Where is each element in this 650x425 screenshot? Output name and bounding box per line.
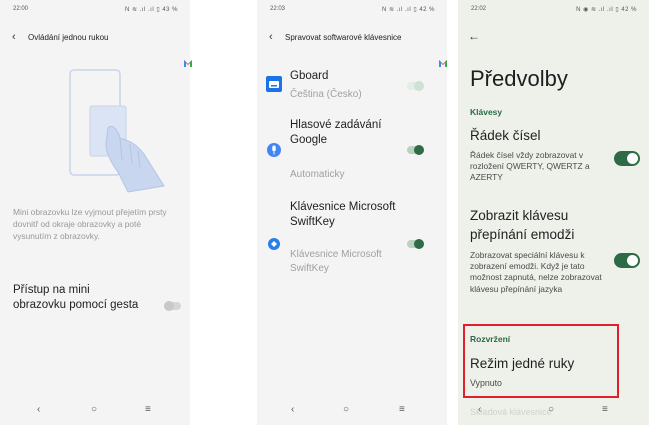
nav-recents-icon[interactable]: ≡: [602, 405, 608, 415]
keyboard-subtitle: Klávesnice Microsoft SwiftKey: [290, 249, 382, 274]
pref-subtitle: Řádek čísel vždy zobrazovat v rozložení …: [470, 150, 590, 183]
back-arrow-icon[interactable]: ‹: [269, 31, 273, 43]
page-title: Spravovat softwarové klávesnice: [285, 33, 402, 42]
nav-back-icon[interactable]: ‹: [37, 405, 40, 415]
status-time: 22:03: [270, 6, 286, 12]
section-header-keys: Klávesy: [470, 107, 503, 117]
nav-back-icon[interactable]: ‹: [291, 405, 294, 415]
back-arrow-icon[interactable]: ←: [468, 29, 480, 43]
google-voice-icon: [267, 143, 281, 157]
app-bar: ‹ Spravovat softwarové klávesnice: [257, 28, 447, 48]
gboard-toggle[interactable]: [407, 81, 424, 91]
navigation-bar: ‹ ○ ≡: [0, 405, 190, 417]
gesture-access-label: Přístup na mini obrazovku pomocí gesta: [13, 284, 139, 311]
page-title: Předvolby: [470, 66, 568, 91]
swiftkey-icon: [268, 238, 280, 250]
pref-title: Zobrazit klávesu přepínání emodži: [470, 208, 575, 242]
emoji-key-toggle[interactable]: [614, 253, 640, 268]
status-bar: 22:02 N ◉ ≋ .ıl .ıl ▯ 42 %: [458, 4, 649, 16]
google-voice-toggle[interactable]: [407, 145, 424, 155]
status-icons: N ◉ ≋ .ıl .ıl ▯ 42 %: [576, 7, 637, 13]
floating-app-icon[interactable]: [183, 58, 197, 72]
one-handed-mode-screen: 22:00 N ≋ .ıl .ıl ▯ 43 % ‹ Ovládání jedn…: [0, 0, 190, 425]
status-icons: N ≋ .ıl .ıl ▯ 43 %: [124, 7, 178, 13]
gesture-access-toggle[interactable]: [164, 301, 181, 311]
navigation-bar: ‹ ○ ≡: [458, 405, 649, 417]
manage-keyboards-screen: 22:03 N ≋ .ıl .ıl ▯ 42 % ‹ Spravovat sof…: [257, 0, 447, 425]
nav-home-icon[interactable]: ○: [548, 405, 554, 415]
swiftkey-toggle[interactable]: [407, 239, 424, 249]
status-bar: 22:03 N ≋ .ıl .ıl ▯ 42 %: [257, 4, 447, 16]
status-bar: 22:00 N ≋ .ıl .ıl ▯ 43 %: [0, 4, 190, 16]
status-icons: N ≋ .ıl .ıl ▯ 42 %: [381, 7, 435, 13]
keyboard-name: Klávesnice Microsoft SwiftKey: [290, 201, 396, 228]
hand-gesture-illustration: [69, 69, 165, 193]
gesture-description: Mini obrazovku lze vyjmout přejetím prst…: [13, 207, 167, 241]
keyboard-subtitle: Automaticky: [290, 169, 345, 180]
status-time: 22:02: [471, 6, 487, 12]
keyboard-subtitle: Čeština (Česko): [290, 89, 362, 100]
back-arrow-icon[interactable]: ‹: [12, 31, 16, 43]
nav-home-icon[interactable]: ○: [91, 405, 97, 415]
status-time: 22:00: [13, 6, 29, 12]
navigation-bar: ‹ ○ ≡: [257, 405, 447, 417]
app-bar: ‹ Ovládání jednou rukou: [0, 28, 190, 48]
pref-subtitle: Zobrazovat speciální klávesu k zobrazení…: [470, 250, 602, 294]
keyboard-name: Hlasové zadávání Google: [290, 119, 382, 146]
keyboard-name: Gboard: [290, 70, 329, 82]
annotation-highlight-box: [463, 324, 619, 398]
floating-app-icon[interactable]: [438, 58, 452, 72]
nav-recents-icon[interactable]: ≡: [399, 405, 405, 415]
page-title: Ovládání jednou rukou: [28, 33, 109, 42]
pref-title: Řádek čísel: [470, 128, 541, 143]
nav-back-icon[interactable]: ‹: [478, 405, 481, 415]
nav-home-icon[interactable]: ○: [343, 405, 349, 415]
gboard-icon: [266, 76, 282, 92]
nav-recents-icon[interactable]: ≡: [145, 405, 151, 415]
number-row-toggle[interactable]: [614, 151, 640, 166]
